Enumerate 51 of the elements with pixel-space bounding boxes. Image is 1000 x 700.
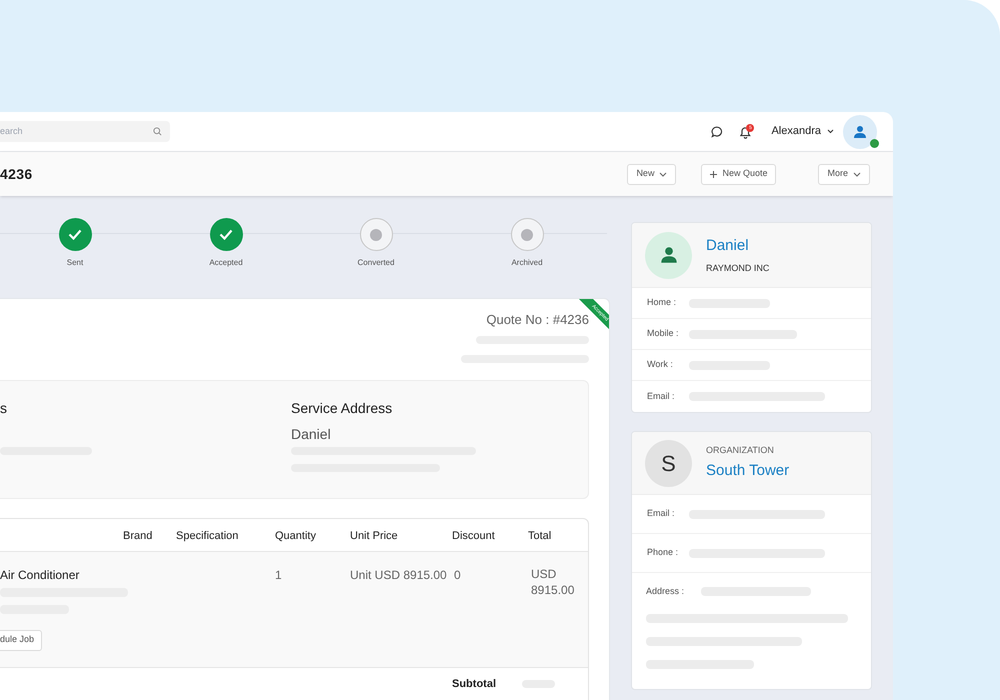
subtotal-label: Subtotal: [452, 676, 496, 692]
field-label: Mobile :: [647, 327, 680, 340]
table-cell-text: 1: [275, 566, 282, 584]
search-icon: [153, 127, 162, 136]
toolbar-button[interactable]: New: [627, 164, 676, 184]
column-header: Total: [528, 528, 552, 544]
organization-avatar: S: [645, 440, 692, 486]
column-header: Unit Price: [350, 528, 398, 544]
step-label: Archived: [511, 257, 543, 269]
schedule-job-button[interactable]: dule Job: [0, 630, 42, 650]
page-title: 4236: [0, 164, 33, 184]
check-icon: [219, 229, 233, 240]
step-label: Converted: [358, 257, 394, 269]
user-name[interactable]: Alexandra: [771, 123, 821, 140]
column-header: Brand: [123, 528, 152, 544]
address-name: Daniel: [291, 424, 331, 444]
table-cell-text: Unit USD 8915.00: [350, 566, 447, 584]
bell-icon: [740, 126, 752, 138]
column-header: Discount: [452, 528, 495, 544]
table-cell-text: USD 8915.00: [531, 566, 576, 598]
address-heading: s: [0, 398, 7, 418]
column-header: Quantity: [275, 528, 316, 544]
field-label: Address :: [646, 585, 686, 598]
organization-caption: ORGANIZATION: [706, 444, 775, 457]
item-name: Air Conditioner: [0, 566, 80, 584]
chat-icon[interactable]: [711, 126, 724, 138]
check-icon: [68, 229, 82, 240]
table-cell-text: 0: [454, 566, 461, 584]
contact-name[interactable]: Daniel: [706, 234, 770, 257]
column-header: Specification: [176, 528, 238, 544]
field-label: Home :: [647, 296, 678, 310]
plus-icon: [710, 170, 718, 178]
user-avatar[interactable]: [843, 114, 877, 148]
person-icon: [853, 124, 867, 138]
step-label: Accepted: [209, 257, 243, 269]
search-placeholder: earch: [0, 124, 23, 138]
address-heading: Service Address: [291, 398, 392, 418]
field-label: Email :: [647, 390, 676, 403]
field-label: Email :: [647, 507, 676, 520]
field-label: Work :: [647, 358, 674, 372]
toolbar-button[interactable]: New Quote: [701, 164, 776, 184]
chevron-down-icon: [853, 172, 861, 176]
company-name: RAYMOND INC: [706, 262, 770, 275]
person-icon: [660, 246, 678, 264]
step-label: Sent: [66, 257, 84, 269]
chevron-down-icon: [659, 172, 668, 176]
field-label: Phone :: [647, 546, 680, 560]
quote-number: Quote No : #4236: [486, 311, 589, 329]
organization-name[interactable]: South Tower: [706, 460, 790, 482]
chevron-down-icon[interactable]: [827, 129, 834, 134]
toolbar-button[interactable]: More: [818, 164, 870, 184]
